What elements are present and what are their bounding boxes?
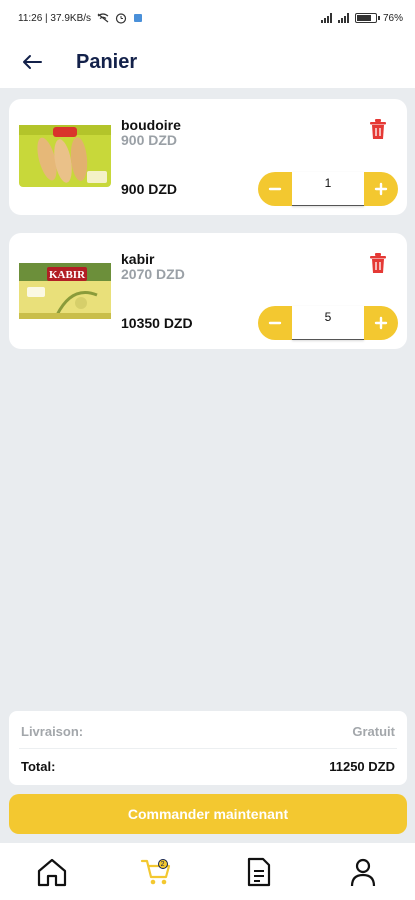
- trash-icon: [370, 119, 386, 139]
- nav-cart[interactable]: 2: [126, 847, 186, 897]
- total-value: 11250 DZD: [329, 759, 395, 774]
- delete-button[interactable]: [367, 251, 389, 275]
- product-image: [17, 121, 113, 191]
- delivery-value: Gratuit: [352, 724, 395, 739]
- product-total-price: 10350 DZD: [121, 315, 193, 331]
- total-label: Total:: [21, 759, 56, 774]
- product-name: kabir: [121, 251, 155, 267]
- quantity-stepper: 1: [258, 172, 398, 206]
- summary-divider: [19, 748, 397, 749]
- kabir-logo-text: KABIR: [49, 269, 86, 281]
- delete-button[interactable]: [367, 117, 389, 141]
- quantity-field[interactable]: 5: [292, 306, 364, 340]
- app-notification-icon: [134, 14, 143, 22]
- wifi-off-icon: [97, 13, 109, 23]
- bottom-navigation: 2: [0, 843, 415, 900]
- trash-icon: [370, 253, 386, 273]
- home-icon: [37, 858, 66, 886]
- product-name: boudoire: [121, 117, 181, 133]
- increase-quantity-button[interactable]: [364, 306, 398, 340]
- nav-home[interactable]: [22, 847, 82, 897]
- arrow-left-icon: [23, 55, 42, 69]
- status-time: 11:26 | 37.9KB/s: [18, 12, 92, 24]
- product-image: KABIR: [17, 255, 113, 325]
- cart-item: KABIR kabir 2070 DZD 10350 DZD 5: [9, 233, 407, 349]
- order-now-button[interactable]: Commander maintenant: [9, 794, 407, 834]
- battery-percent: 76%: [382, 12, 403, 24]
- nav-profile[interactable]: [333, 847, 393, 897]
- profile-icon: [351, 858, 376, 886]
- product-total-price: 900 DZD: [121, 181, 178, 197]
- total-row: Total: 11250 DZD: [21, 759, 395, 774]
- minus-icon: [268, 321, 282, 325]
- decrease-quantity-button[interactable]: [258, 172, 292, 206]
- quantity-field[interactable]: 1: [292, 172, 364, 206]
- delivery-label: Livraison:: [21, 724, 84, 739]
- battery-icon: [354, 13, 380, 23]
- kabir-box-image: KABIR: [17, 255, 113, 325]
- cart-count-badge: 2: [157, 858, 168, 869]
- order-summary: Livraison: Gratuit Total: 11250 DZD: [9, 711, 407, 785]
- delivery-row: Livraison: Gratuit: [21, 724, 395, 739]
- plus-icon: [374, 316, 388, 330]
- minus-icon: [268, 187, 282, 191]
- increase-quantity-button[interactable]: [364, 172, 398, 206]
- biscuit-pack-image: [17, 121, 113, 191]
- app-header: Panier: [0, 36, 415, 88]
- status-bar: 11:26 | 37.9KB/s 76%: [0, 0, 415, 36]
- page-title: Panier: [76, 50, 138, 73]
- plus-icon: [374, 182, 388, 196]
- cart-item: boudoire 900 DZD 900 DZD 1: [9, 99, 407, 215]
- cart-icon: [140, 859, 170, 884]
- quantity-stepper: 5: [258, 306, 398, 340]
- nav-orders[interactable]: [229, 847, 289, 897]
- decrease-quantity-button[interactable]: [258, 306, 292, 340]
- signal-icon: [320, 13, 332, 23]
- alarm-icon: [115, 13, 127, 24]
- signal-icon-2: [337, 13, 349, 23]
- orders-icon: [248, 857, 271, 886]
- back-button[interactable]: [8, 38, 56, 86]
- cart-list: boudoire 900 DZD 900 DZD 1 KABIR kabir 2…: [9, 99, 407, 367]
- product-unit-price: 900 DZD: [121, 132, 178, 148]
- product-unit-price: 2070 DZD: [121, 266, 185, 282]
